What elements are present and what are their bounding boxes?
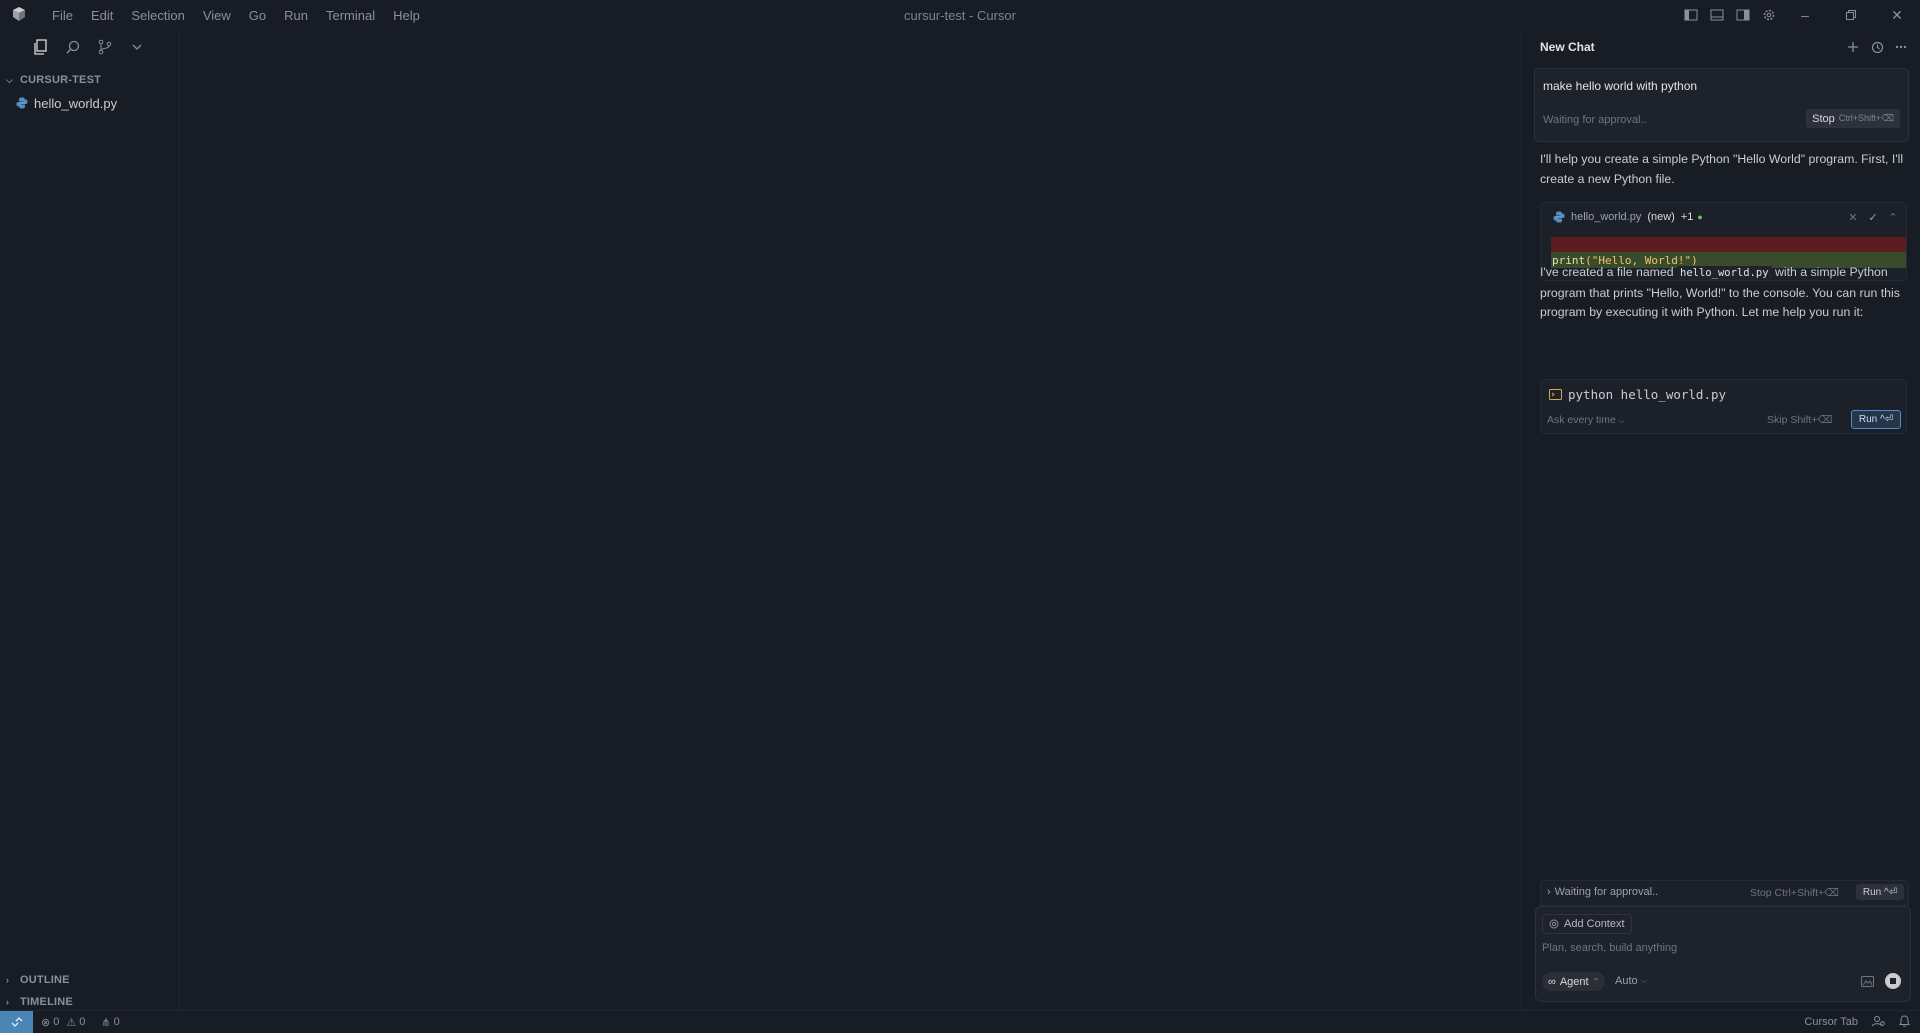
close-window-button[interactable]: ✕ (1874, 0, 1920, 30)
explorer-files-icon[interactable] (30, 36, 52, 58)
ports-icon: ⋔ (101, 1016, 111, 1029)
stop-label: Stop (1812, 112, 1835, 125)
chat-title: New Chat (1540, 40, 1595, 54)
menu-run[interactable]: Run (275, 8, 317, 23)
menu-file[interactable]: File (43, 8, 82, 23)
toggle-sidebar-icon[interactable] (1678, 0, 1704, 30)
chevron-right-icon: › (1547, 886, 1551, 898)
chevron-right-icon: › (6, 975, 10, 985)
settings-gear-icon[interactable] (1756, 0, 1782, 30)
diff-filename[interactable]: hello_world.py (1571, 211, 1641, 223)
title-bar: File Edit Selection View Go Run Terminal… (0, 0, 1920, 31)
chevron-up-icon: ⌃ (1592, 977, 1600, 986)
run-command-button[interactable]: Run ^⏎ (1851, 410, 1901, 429)
menu-go[interactable]: Go (240, 8, 275, 23)
unsaved-dot-icon: ● (1697, 212, 1703, 222)
skip-button[interactable]: Skip Shift+⌫ (1767, 414, 1832, 426)
chat-panel: New Chat make hello world with python Wa… (1521, 30, 1920, 1010)
terminal-command-card[interactable]: python hello_world.py Ask every time ⌵ S… (1540, 379, 1907, 434)
at-sign-icon (1549, 919, 1559, 929)
outline-section-header[interactable]: › OUTLINE (0, 970, 179, 990)
menu-selection[interactable]: Selection (122, 8, 193, 23)
minimize-button[interactable]: – (1782, 0, 1828, 30)
python-file-icon (1553, 211, 1565, 223)
add-context-button[interactable]: Add Context (1542, 914, 1632, 934)
menu-bar: File Edit Selection View Go Run Terminal… (43, 0, 429, 30)
activity-tabs (0, 30, 179, 64)
status-bar: ⊗ 0 ⚠ 0 ⋔ 0 Cursor Tab (0, 1010, 1920, 1033)
diff-change-count: +1 (1680, 211, 1694, 223)
source-control-icon[interactable] (94, 36, 116, 58)
chat-composer[interactable]: Add Context Plan, search, build anything… (1535, 906, 1911, 1002)
problems-indicator[interactable]: ⊗ 0 ⚠ 0 (41, 1016, 85, 1029)
warning-icon: ⚠ (66, 1016, 77, 1029)
chat-input-placeholder[interactable]: Plan, search, build anything (1542, 942, 1677, 954)
explorer-section-header[interactable]: ⌵ CURSUR-TEST (0, 70, 179, 90)
error-icon: ⊗ (41, 1016, 51, 1029)
chevron-down-icon: ⌵ (1640, 976, 1647, 985)
diff-actions: ✕ ✓ ⌃ (1846, 211, 1906, 224)
cursor-tab-status[interactable]: Cursor Tab (1804, 1016, 1858, 1028)
reject-x-icon[interactable]: ✕ (1846, 211, 1860, 224)
stop-generation-button[interactable] (1885, 973, 1901, 989)
search-icon[interactable] (62, 36, 84, 58)
user-message-box[interactable]: make hello world with python Waiting for… (1534, 68, 1909, 142)
window-controls: – ✕ (1678, 0, 1920, 30)
image-attach-icon[interactable] (1861, 975, 1874, 990)
toggle-secondary-sidebar-icon[interactable] (1730, 0, 1756, 30)
remote-indicator-icon[interactable] (0, 1011, 33, 1033)
pending-approval-bar: › Waiting for approval.. Stop Ctrl+Shift+… (1540, 880, 1909, 906)
menu-edit[interactable]: Edit (82, 8, 122, 23)
menu-view[interactable]: View (194, 8, 240, 23)
more-options-icon[interactable] (1889, 35, 1913, 59)
chevron-right-icon: › (6, 997, 10, 1007)
terminal-command: python hello_world.py (1549, 387, 1726, 402)
stop-shortcut: Ctrl+Shift+⌫ (1838, 113, 1894, 123)
pending-approval-text[interactable]: › Waiting for approval.. (1547, 886, 1658, 898)
terminal-icon (1549, 389, 1562, 400)
account-icon[interactable] (1872, 1015, 1885, 1030)
file-name: hello_world.py (34, 95, 118, 111)
timeline-label: TIMELINE (20, 996, 73, 1008)
ask-every-time-dropdown[interactable]: Ask every time ⌵ (1547, 414, 1625, 426)
bottom-run-button[interactable]: Run ^⏎ (1856, 884, 1904, 900)
python-file-icon (16, 97, 28, 109)
assistant-paragraph-1: I'll help you create a simple Python "He… (1540, 152, 1904, 186)
chevron-down-icon: ⌵ (6, 74, 14, 85)
assistant-paragraph-2: I've created a file named hello_world.py… (1540, 265, 1900, 319)
workspace-name: CURSUR-TEST (20, 74, 102, 86)
diff-new-tag: (new) (1647, 211, 1675, 223)
timeline-section-header[interactable]: › TIMELINE (0, 992, 179, 1012)
waiting-status: Waiting for approval.. (1543, 114, 1647, 126)
new-chat-plus-icon[interactable] (1841, 35, 1865, 59)
bottom-stop-button[interactable]: Stop Ctrl+Shift+⌫ (1750, 887, 1839, 899)
menu-help[interactable]: Help (384, 8, 429, 23)
explorer-sidebar: ⌵ CURSUR-TEST hello_world.py › OUTLINE ›… (0, 30, 180, 1010)
diff-header: hello_world.py (new) +1 ● ✕ ✓ ⌃ (1541, 203, 1906, 231)
outline-label: OUTLINE (20, 974, 70, 986)
history-icon[interactable] (1865, 35, 1889, 59)
cursor-logo-icon (13, 7, 25, 21)
editor-area[interactable] (180, 30, 1520, 1010)
user-message-text: make hello world with python (1543, 79, 1698, 93)
restore-button[interactable] (1828, 0, 1874, 30)
infinity-icon: ∞ (1548, 975, 1556, 988)
more-views-chevron-icon[interactable] (126, 36, 148, 58)
accept-check-icon[interactable]: ✓ (1866, 211, 1880, 224)
diff-removed-line (1551, 237, 1906, 252)
file-tree-item[interactable]: hello_world.py (0, 92, 179, 114)
chat-header: New Chat (1522, 30, 1920, 64)
notifications-bell-icon[interactable] (1899, 1014, 1910, 1030)
expand-icon[interactable]: ⌃ (1886, 211, 1900, 224)
agent-mode-dropdown[interactable]: ∞ Agent ⌃ (1542, 972, 1606, 991)
toggle-panel-icon[interactable] (1704, 0, 1730, 30)
inline-code-filename: hello_world.py (1677, 266, 1772, 280)
model-selector[interactable]: Auto ⌵ (1615, 975, 1647, 987)
ports-indicator[interactable]: ⋔ 0 (101, 1016, 119, 1029)
stop-button[interactable]: Stop Ctrl+Shift+⌫ (1806, 109, 1900, 128)
menu-terminal[interactable]: Terminal (317, 8, 384, 23)
chevron-down-icon: ⌵ (1618, 416, 1625, 425)
